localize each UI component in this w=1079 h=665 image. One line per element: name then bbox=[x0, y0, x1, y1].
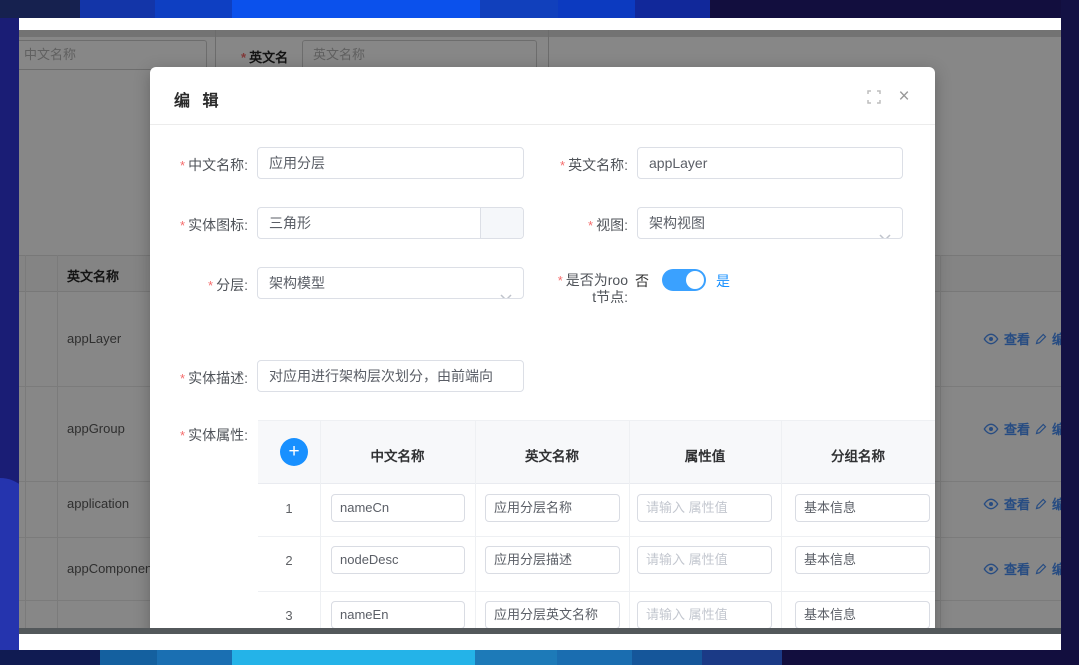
attr-value-input[interactable]: 请输入 属性值 bbox=[637, 601, 772, 628]
attr-col-header: 属性值 bbox=[629, 445, 781, 465]
required-asterisk: * bbox=[208, 278, 213, 293]
expand-icon bbox=[867, 90, 881, 104]
wallpaper-shape bbox=[100, 650, 157, 665]
attr-cn-input[interactable]: nameCn bbox=[331, 494, 465, 522]
wallpaper-shape bbox=[0, 650, 100, 665]
fullscreen-button[interactable] bbox=[865, 88, 883, 106]
required-asterisk: * bbox=[180, 371, 185, 386]
wallpaper-shape bbox=[782, 650, 1079, 665]
toggle-on-text: 是 bbox=[716, 271, 730, 291]
attr-col-header: 中文名称 bbox=[320, 445, 475, 465]
dialog-header bbox=[150, 67, 935, 125]
attr-row-index: 3 bbox=[258, 608, 320, 623]
wallpaper-shape bbox=[710, 0, 1079, 18]
attr-en-input[interactable]: 应用分层英文名称 bbox=[485, 601, 620, 628]
app-window: 中文名称 *英文名 英文名称 英文名称 appLayer appGroup ap… bbox=[19, 18, 1061, 650]
edit-dialog: 编 辑 × *中文名称: 应用分层 *英文名称: appLayer *实体图标:… bbox=[150, 67, 935, 628]
attr-row-index: 1 bbox=[258, 501, 320, 516]
required-asterisk: * bbox=[588, 218, 593, 233]
cn-name-label: *中文名称: bbox=[150, 155, 248, 175]
entity-desc-input[interactable]: 对应用进行架构层次划分，由前端向 bbox=[257, 360, 524, 392]
wallpaper-shape bbox=[632, 650, 702, 665]
attr-col-header: 英文名称 bbox=[475, 445, 629, 465]
view-select[interactable]: 架构视图 bbox=[637, 207, 903, 239]
toggle-off-text: 否 bbox=[635, 271, 649, 291]
close-button[interactable]: × bbox=[895, 88, 913, 106]
wallpaper-shape bbox=[558, 0, 635, 18]
layer-label: *分层: bbox=[150, 275, 248, 295]
wallpaper-shape bbox=[0, 0, 80, 18]
en-name-input[interactable]: appLayer bbox=[637, 147, 903, 179]
attr-value-input[interactable]: 请输入 属性值 bbox=[637, 546, 772, 574]
attribute-table: + 中文名称 英文名称 属性值 分组名称 1 nameCn 应用分层名称 请输入… bbox=[258, 420, 935, 628]
entity-icon-label: *实体图标: bbox=[150, 215, 248, 235]
required-asterisk: * bbox=[560, 158, 565, 173]
window-chrome-bottom bbox=[19, 634, 1061, 650]
window-chrome-top bbox=[19, 18, 1061, 30]
toggle-knob bbox=[686, 271, 704, 289]
browser-viewport: 中文名称 *英文名 英文名称 英文名称 appLayer appGroup ap… bbox=[19, 30, 1061, 628]
wallpaper-right-strip bbox=[1061, 0, 1079, 665]
is-root-label: *是否为root节点: bbox=[450, 272, 628, 306]
wallpaper-shape bbox=[157, 650, 232, 665]
attr-cn-input[interactable]: nameEn bbox=[331, 601, 465, 628]
wallpaper-shape bbox=[232, 650, 475, 665]
attr-en-input[interactable]: 应用分层描述 bbox=[485, 546, 620, 574]
entity-desc-label: *实体描述: bbox=[150, 368, 248, 388]
required-asterisk: * bbox=[180, 218, 185, 233]
view-label: *视图: bbox=[450, 215, 628, 235]
required-asterisk: * bbox=[180, 158, 185, 173]
en-name-label: *英文名称: bbox=[450, 155, 628, 175]
wallpaper-shape bbox=[475, 650, 557, 665]
required-asterisk: * bbox=[180, 428, 185, 443]
attr-group-input[interactable]: 基本信息 bbox=[795, 546, 930, 574]
wallpaper-shape bbox=[557, 650, 632, 665]
divider bbox=[258, 591, 935, 592]
wallpaper-shape bbox=[80, 0, 155, 18]
attr-value-input[interactable]: 请输入 属性值 bbox=[637, 494, 772, 522]
wallpaper-shape bbox=[155, 0, 232, 18]
wallpaper-shape bbox=[232, 0, 480, 18]
attr-group-input[interactable]: 基本信息 bbox=[795, 601, 930, 628]
attr-group-input[interactable]: 基本信息 bbox=[795, 494, 930, 522]
entity-attrs-label: *实体属性: bbox=[150, 425, 248, 445]
attr-row-index: 2 bbox=[258, 553, 320, 568]
is-root-toggle[interactable] bbox=[662, 269, 706, 291]
wallpaper-shape bbox=[480, 0, 558, 18]
close-icon: × bbox=[898, 88, 909, 106]
wallpaper-shape bbox=[635, 0, 710, 18]
required-asterisk: * bbox=[558, 273, 563, 288]
attr-cn-input[interactable]: nodeDesc bbox=[331, 546, 465, 574]
chevron-down-icon bbox=[879, 221, 891, 239]
wallpaper-shape bbox=[702, 650, 782, 665]
dialog-title: 编 辑 bbox=[174, 87, 222, 111]
attr-en-input[interactable]: 应用分层名称 bbox=[485, 494, 620, 522]
divider bbox=[258, 536, 935, 537]
attr-col-header: 分组名称 bbox=[781, 445, 935, 465]
add-attribute-button[interactable]: + bbox=[280, 438, 308, 466]
